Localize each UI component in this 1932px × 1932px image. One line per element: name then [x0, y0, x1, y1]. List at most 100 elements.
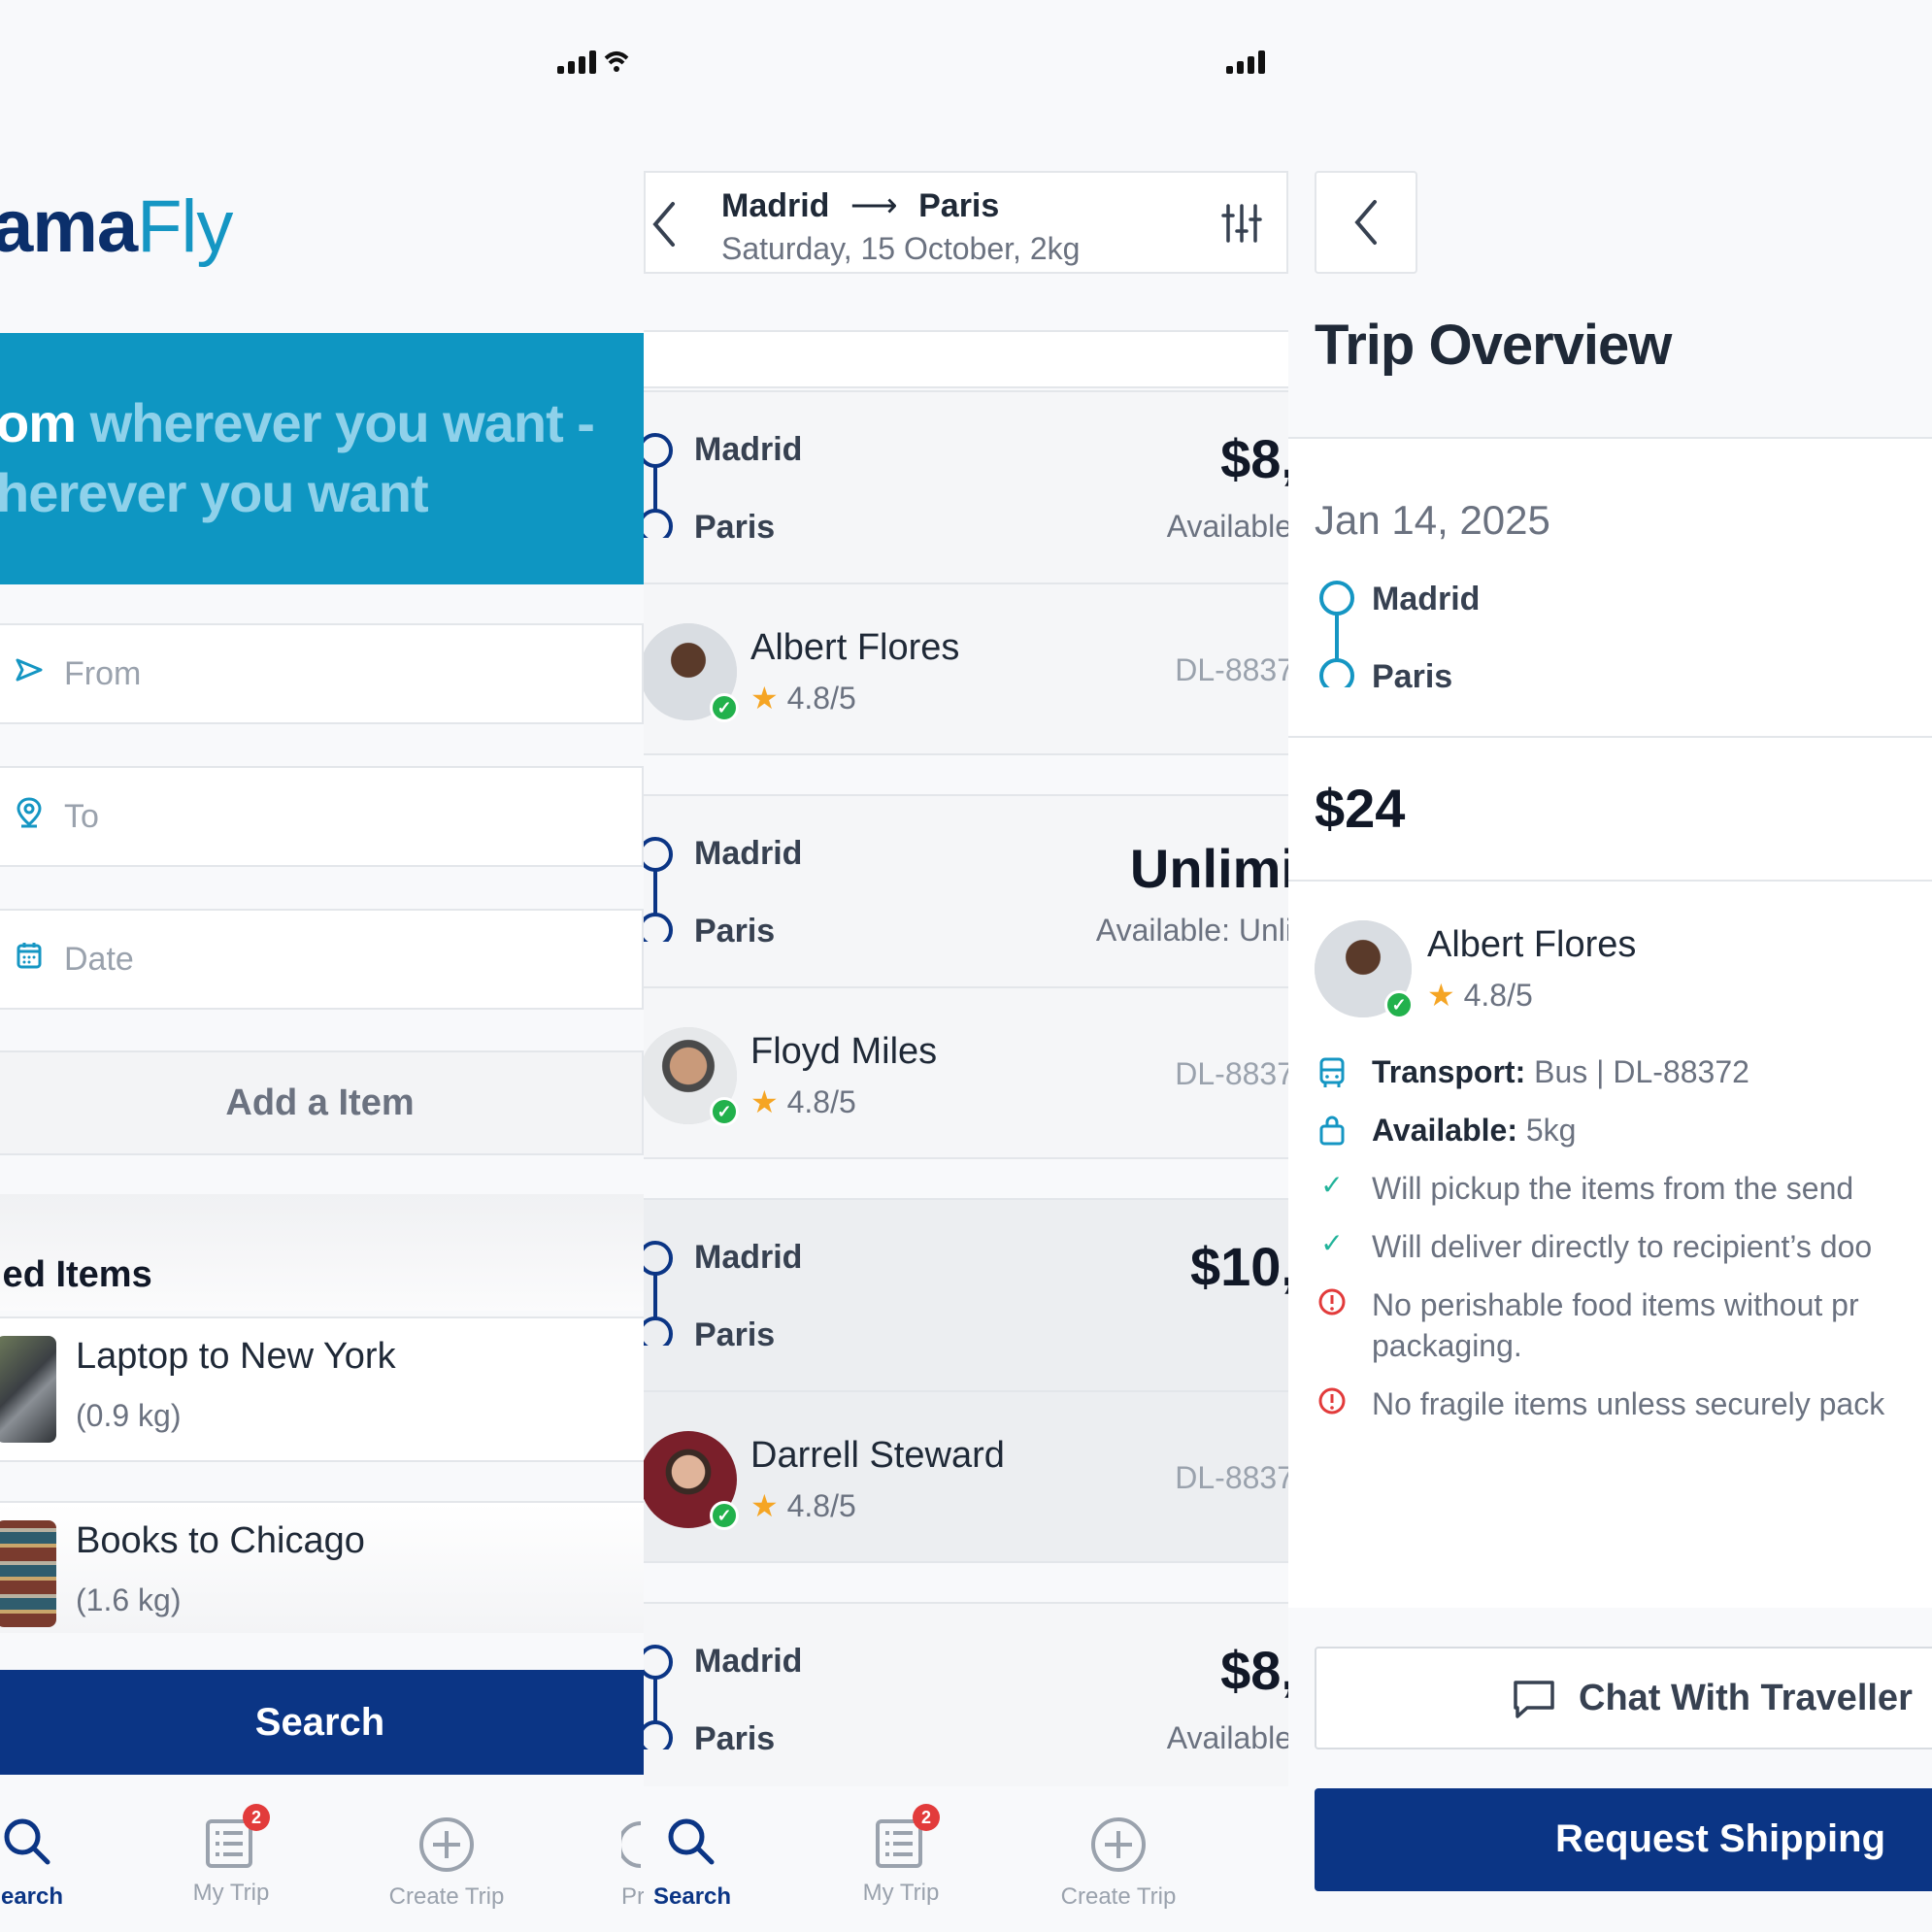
item-weight: (1.6 kg)	[76, 1582, 182, 1617]
chat-button-label: Chat With Traveller	[1579, 1678, 1913, 1718]
route-timeline-icon	[644, 837, 673, 942]
tab-search[interactable]: earch	[0, 1815, 76, 1911]
trip-to: Paris	[694, 1720, 776, 1757]
app-logo: amaFly	[0, 185, 233, 268]
verified-check-icon: ✓	[710, 1097, 739, 1126]
traveller-rating: ★ 4.8/5	[750, 1084, 856, 1119]
traveller-row[interactable]: ✓ Darrell Steward ★ 4.8/5 DL-8837	[644, 1390, 1288, 1563]
signal-icon	[557, 50, 596, 74]
trip-available: Available	[1166, 1720, 1288, 1755]
trip-code: DL-8837	[1175, 1460, 1288, 1495]
notification-badge: 2	[243, 1804, 270, 1831]
verified-check-icon: ✓	[710, 1501, 739, 1530]
tab-label: Pr	[621, 1883, 644, 1910]
trip-code: DL-8837	[1175, 1056, 1288, 1091]
tab-create-trip[interactable]: Create Trip	[1053, 1815, 1183, 1911]
tab-label: Search	[653, 1883, 732, 1910]
trip-to: Paris	[694, 1316, 776, 1353]
note-text: packaging.	[1372, 1328, 1522, 1363]
tab-my-trip[interactable]: 2 My Trip	[852, 1804, 949, 1907]
check-icon: ✓	[1320, 1170, 1344, 1200]
trip-date: Jan 14, 2025	[1315, 497, 1550, 543]
avatar: ✓	[644, 1027, 739, 1126]
avatar: ✓	[1315, 920, 1414, 1019]
calendar-icon	[10, 941, 49, 978]
profile-icon	[621, 1821, 642, 1868]
transport-detail: Transport: Bus | DL-88372	[1372, 1054, 1749, 1089]
chevron-left-icon[interactable]	[650, 198, 679, 250]
trip-card[interactable]: Madrid Paris $10,	[644, 1198, 1288, 1392]
hero-headline-1: om wherever you want -	[0, 392, 595, 453]
date-field[interactable]	[0, 909, 644, 1010]
bag-icon	[1319, 1116, 1345, 1146]
check-icon: ✓	[1320, 1228, 1344, 1258]
note-text: Will deliver directly to recipient’s doo	[1372, 1229, 1873, 1264]
date-input[interactable]	[62, 939, 551, 980]
star-icon: ★	[1427, 978, 1455, 1013]
back-button[interactable]	[1315, 171, 1417, 274]
tab-my-trip[interactable]: 2 My Trip	[183, 1804, 280, 1907]
trip-card[interactable]: Madrid Paris Unlimi Available: Unli	[644, 794, 1288, 988]
trip-price: $10,	[1190, 1236, 1288, 1297]
filter-sliders-icon[interactable]	[1220, 202, 1263, 245]
search-button[interactable]: Search	[0, 1670, 644, 1775]
route-details: Saturday, 15 October, 2kg	[721, 231, 1081, 266]
trip-available: Available	[1166, 509, 1288, 544]
trip-to: Paris	[1372, 658, 1453, 695]
avatar: ✓	[644, 623, 739, 722]
tab-label: My Trip	[862, 1880, 940, 1906]
trip-price: $8,	[1220, 428, 1288, 489]
hero-banner: om wherever you want - herever you want	[0, 333, 644, 584]
item-weight: (0.9 kg)	[76, 1398, 182, 1433]
traveller-rating: ★ 4.8/5	[750, 1488, 856, 1523]
price-section: $24	[1288, 736, 1932, 882]
hero-headline-2: herever you want	[0, 462, 429, 523]
trip-price: $24	[1315, 778, 1406, 839]
traveller-name: Darrell Steward	[750, 1435, 1005, 1476]
trip-overview-screen: Trip Overview Jan 14, 2025 Madrid Paris …	[1288, 0, 1932, 1932]
search-summary-bar[interactable]: Madrid ⟶ Paris Saturday, 15 October, 2kg	[644, 171, 1288, 274]
location-pin-icon	[10, 797, 49, 836]
tab-label: Create Trip	[388, 1883, 505, 1910]
to-input[interactable]	[62, 796, 551, 837]
chat-bubble-icon	[1514, 1681, 1554, 1718]
route-timeline-icon	[1319, 581, 1354, 687]
trip-from: Madrid	[694, 431, 803, 468]
bus-icon	[1319, 1057, 1345, 1087]
list-item[interactable]: Books to Chicago (1.6 kg)	[0, 1501, 644, 1633]
verified-check-icon: ✓	[710, 693, 739, 722]
tab-profile[interactable]: Pr	[621, 1815, 644, 1911]
add-item-button[interactable]: Add a Item	[0, 1050, 644, 1155]
from-input[interactable]	[62, 653, 551, 694]
send-icon	[10, 657, 49, 690]
page-title: Trip Overview	[1315, 314, 1672, 377]
added-items-title: led Items	[0, 1254, 152, 1295]
trip-card[interactable]: Madrid Paris $8, Available	[644, 390, 1288, 584]
status-bar	[1226, 50, 1265, 74]
search-icon	[4, 1818, 50, 1865]
books-thumbnail	[0, 1520, 56, 1627]
traveller-row[interactable]: ✓ Albert Flores ★ 4.8/5 DL-8837	[644, 583, 1288, 755]
trip-from: Madrid	[694, 1643, 803, 1680]
traveller-rating: ★ 4.8/5	[1427, 978, 1533, 1013]
tab-create-trip[interactable]: Create Trip	[382, 1815, 512, 1911]
route-title: Madrid ⟶ Paris	[721, 187, 1000, 224]
chat-with-traveller-button[interactable]: Chat With Traveller	[1315, 1647, 1932, 1749]
trip-from: Madrid	[694, 835, 803, 872]
list-item[interactable]: Laptop to New York (0.9 kg)	[0, 1316, 644, 1462]
available-detail: Available: 5kg	[1372, 1113, 1577, 1148]
from-field[interactable]	[0, 623, 644, 724]
request-shipping-button[interactable]: Request Shipping	[1315, 1788, 1932, 1891]
tab-search[interactable]: Search	[653, 1815, 731, 1911]
notification-badge: 2	[913, 1804, 940, 1831]
bottom-tab-bar: earch 2 My Trip Create Trip Pr	[0, 1786, 644, 1932]
added-items-header: led Items	[0, 1194, 644, 1311]
trip-route-section: Jan 14, 2025 Madrid Paris	[1288, 437, 1932, 738]
traveller-row[interactable]: ✓ Floyd Miles ★ 4.8/5 DL-8837	[644, 986, 1288, 1159]
tab-label: My Trip	[192, 1880, 270, 1906]
trip-card[interactable]: Madrid Paris $8, Available	[644, 1602, 1288, 1786]
note-text: No perishable food items without pr	[1372, 1287, 1859, 1322]
trip-price: Unlimi	[1129, 838, 1288, 899]
to-field[interactable]	[0, 766, 644, 867]
traveller-name: Albert Flores	[1427, 924, 1637, 965]
